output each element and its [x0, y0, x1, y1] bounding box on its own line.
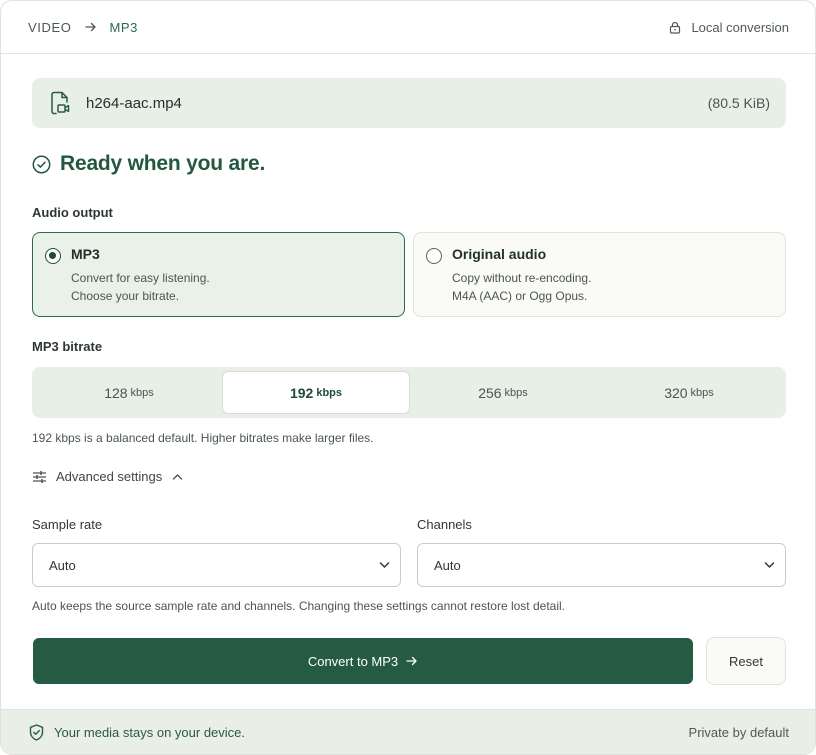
check-circle-icon	[32, 155, 51, 174]
radio-original-audio[interactable]	[426, 248, 442, 264]
option-original-line2: M4A (AAC) or Ogg Opus.	[452, 289, 588, 303]
bitrate-label: MP3 bitrate	[32, 339, 103, 354]
channels-value: Auto	[434, 557, 461, 573]
sliders-icon	[32, 470, 47, 484]
video-file-icon	[49, 91, 71, 115]
arrow-right-icon	[406, 655, 418, 667]
radio-mp3[interactable]	[45, 248, 61, 264]
shield-check-icon	[29, 723, 44, 741]
bitrate-option-256[interactable]: 256 kbps	[410, 371, 596, 414]
channels-label: Channels	[417, 517, 472, 532]
bitrate-hint: 192 kbps is a balanced default. Higher b…	[32, 431, 374, 445]
advanced-hint: Auto keeps the source sample rate and ch…	[32, 599, 565, 613]
bitrate-unit: kbps	[316, 386, 343, 399]
bitrate-unit: kbps	[130, 386, 154, 399]
option-mp3[interactable]: MP3 Convert for easy listening. Choose y…	[32, 232, 405, 317]
bitrate-selector: 128 kbps 192 kbps 256 kbps 320 kbps	[32, 367, 786, 418]
chevron-up-icon	[172, 473, 183, 481]
convert-button-label: Convert to MP3	[307, 653, 399, 669]
option-mp3-line2: Choose your bitrate.	[71, 289, 180, 303]
status-heading: Ready when you are.	[32, 152, 265, 176]
top-bar: VIDEO MP3 Local conversion	[1, 1, 815, 54]
bitrate-value: 320	[664, 384, 688, 401]
channels-select[interactable]: Auto	[417, 543, 786, 587]
breadcrumb: VIDEO MP3	[28, 20, 138, 35]
bitrate-value: 256	[478, 384, 502, 401]
breadcrumb-target: MP3	[109, 19, 138, 35]
option-original-title: Original audio	[452, 246, 547, 262]
chevron-down-icon	[379, 561, 390, 569]
arrow-right-icon	[85, 21, 97, 33]
lock-icon	[669, 21, 681, 34]
advanced-settings-label: Advanced settings	[56, 469, 163, 484]
reset-button[interactable]: Reset	[706, 637, 786, 685]
bitrate-option-192[interactable]: 192 kbps	[222, 371, 410, 414]
audio-output-label: Audio output	[32, 205, 113, 220]
sample-rate-value: Auto	[49, 557, 76, 573]
file-size: (80.5 KiB)	[707, 95, 770, 111]
converter-card: VIDEO MP3 Local conversion h264-aac.mp4 …	[0, 0, 816, 755]
sample-rate-label: Sample rate	[32, 517, 103, 532]
option-mp3-line1: Convert for easy listening.	[71, 271, 210, 285]
local-conversion-label: Local conversion	[691, 19, 789, 35]
private-by-default-note: Private by default	[688, 724, 789, 740]
file-name: h264-aac.mp4	[86, 94, 182, 112]
bitrate-value: 192	[289, 384, 314, 401]
privacy-note-text: Your media stays on your device.	[54, 724, 246, 740]
option-original-audio[interactable]: Original audio Copy without re-encoding.…	[413, 232, 786, 317]
bitrate-unit: kbps	[690, 386, 714, 399]
page-title: Ready when you are.	[60, 152, 266, 175]
option-original-line1: Copy without re-encoding.	[452, 271, 592, 285]
bitrate-value: 128	[104, 384, 128, 401]
selected-file-bar: h264-aac.mp4 (80.5 KiB)	[32, 78, 786, 128]
option-mp3-title: MP3	[71, 246, 100, 262]
privacy-note: Your media stays on your device.	[29, 723, 246, 741]
footer: Your media stays on your device. Private…	[1, 709, 815, 754]
chevron-down-icon	[764, 561, 775, 569]
bitrate-unit: kbps	[504, 386, 528, 399]
advanced-settings-toggle[interactable]: Advanced settings	[32, 469, 183, 484]
bitrate-option-128[interactable]: 128 kbps	[36, 371, 222, 414]
local-conversion-badge: Local conversion	[669, 20, 789, 35]
sample-rate-select[interactable]: Auto	[32, 543, 401, 587]
breadcrumb-source: VIDEO	[28, 19, 72, 35]
convert-button[interactable]: Convert to MP3	[33, 638, 693, 684]
bitrate-option-320[interactable]: 320 kbps	[596, 371, 782, 414]
